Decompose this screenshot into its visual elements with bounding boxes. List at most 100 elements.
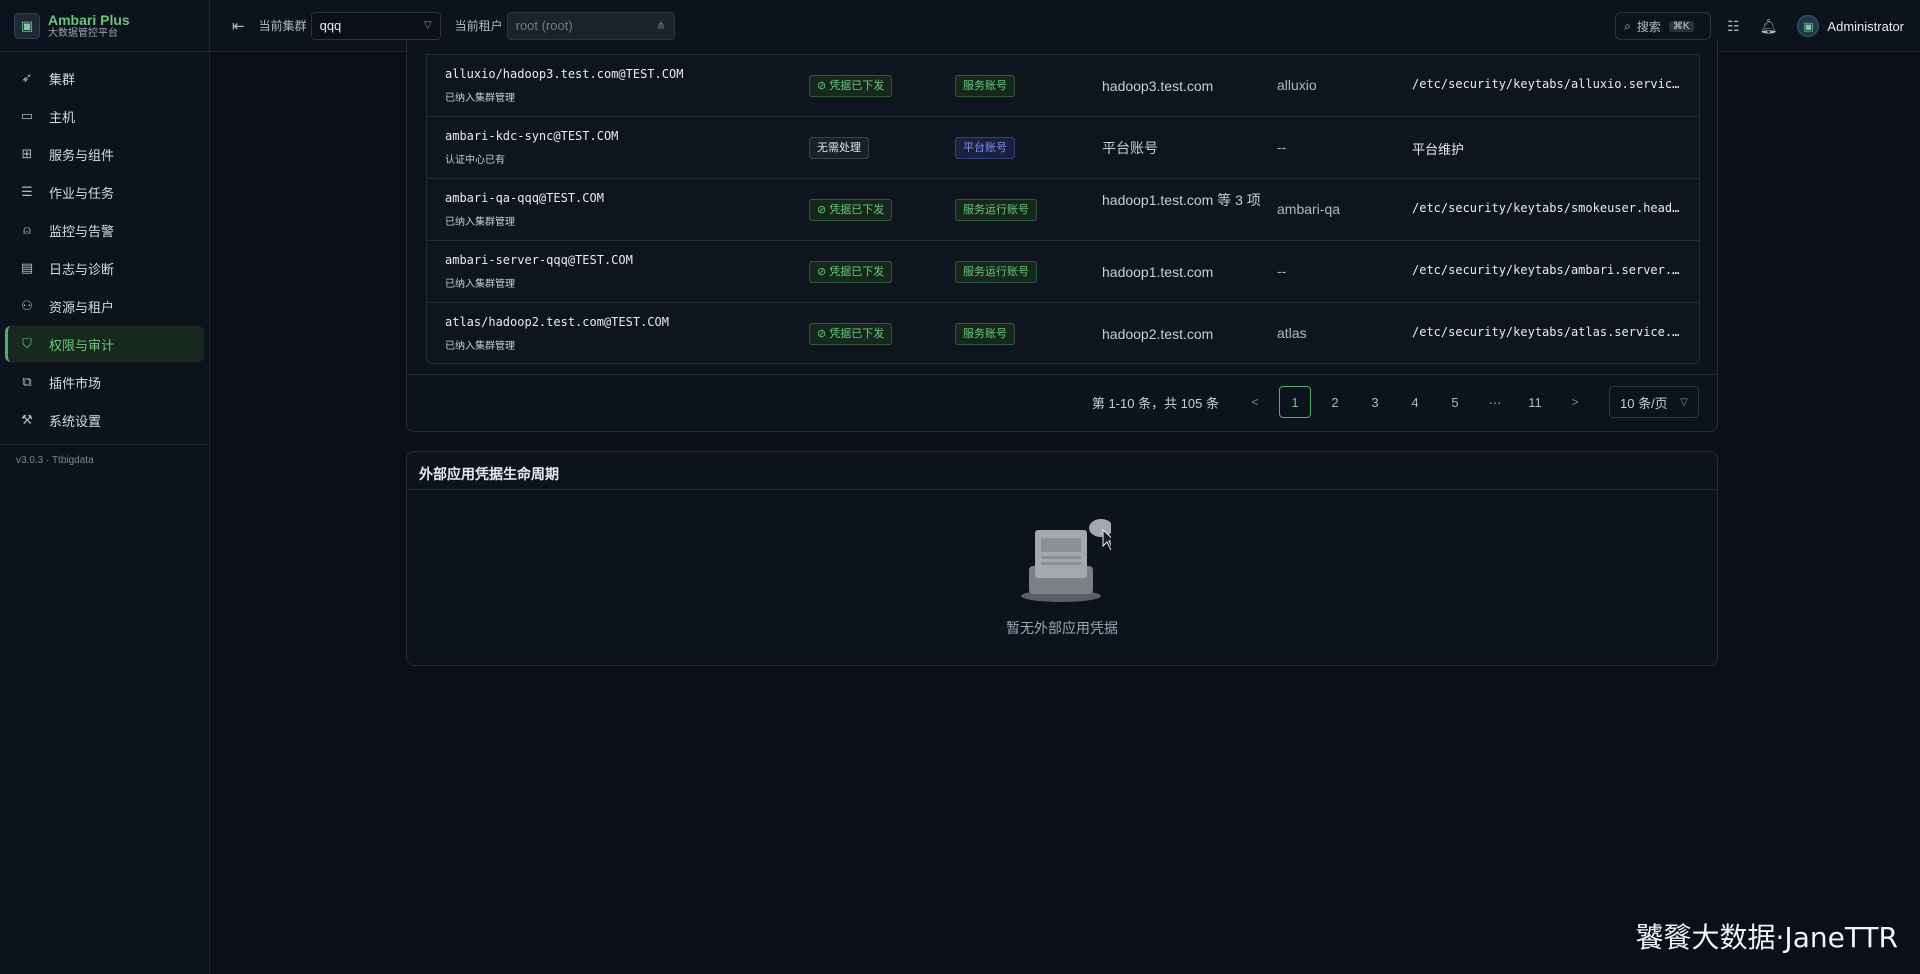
- user-cell: --: [1277, 263, 1287, 279]
- sidebar-item-label: 日志与诊断: [49, 261, 115, 277]
- host-cell: hadoop1.test.com 等 3 项: [1102, 192, 1261, 208]
- document-icon: ▤: [20, 260, 34, 275]
- keytab-path-cell: /etc/security/keytabs/ambari.server.keyt…: [1412, 263, 1684, 277]
- next-page-button[interactable]: >: [1559, 386, 1591, 418]
- chevron-down-icon: ▽: [1680, 396, 1688, 408]
- external-credentials-panel: 外部应用凭据生命周期 暂无外部应用凭据: [406, 451, 1718, 666]
- table-row[interactable]: ambari-kdc-sync@TEST.COM 认证中心已有 无需处理 平台账…: [427, 117, 1699, 179]
- empty-inbox-icon: [1021, 519, 1111, 602]
- rocket-icon: ➶: [21, 70, 33, 85]
- account-type-tag: 平台账号: [955, 137, 1015, 159]
- cluster-select-value: qqq: [319, 18, 342, 33]
- sidebar-item-plugins[interactable]: ⧉ 插件市场: [5, 364, 204, 400]
- menu-collapse-icon[interactable]: ⇤: [232, 17, 245, 35]
- username[interactable]: Administrator: [1827, 19, 1904, 34]
- sidebar-item-label: 权限与审计: [49, 337, 115, 353]
- sidebar-item-jobs[interactable]: ☰ 作业与任务: [5, 174, 204, 210]
- sidebar-item-label: 集群: [49, 71, 76, 87]
- cluster-select[interactable]: qqq ▽: [310, 11, 441, 40]
- keytab-path-cell: 平台维护: [1412, 142, 1465, 157]
- check-circle-icon: ⊘: [817, 266, 827, 278]
- principal-name: ambari-server-qqq@TEST.COM: [445, 253, 633, 267]
- page-button-11[interactable]: 11: [1519, 386, 1551, 418]
- sidebar-item-monitoring[interactable]: ⍝ 监控与告警: [5, 212, 204, 248]
- sidebar-item-label: 服务与组件: [49, 147, 115, 163]
- check-circle-icon: ⊘: [817, 80, 827, 92]
- host-cell: hadoop1.test.com: [1102, 264, 1214, 280]
- distribution-label: 凭据已下发: [829, 328, 885, 340]
- table-row[interactable]: ambari-qa-qqq@TEST.COM 已纳入集群管理 ⊘ 凭据已下发 服…: [427, 179, 1699, 241]
- panel-title: 外部应用凭据生命周期: [407, 452, 1717, 490]
- page-jump-ellipsis[interactable]: ···: [1479, 386, 1511, 418]
- tenant-field[interactable]: root (root) ⋔: [506, 11, 675, 40]
- principals-table: alluxio/hadoop3.test.com@TEST.COM 已纳入集群管…: [426, 54, 1700, 364]
- principal-name: ambari-qa-qqq@TEST.COM: [445, 191, 604, 205]
- account-type-tag: 服务账号: [955, 323, 1015, 345]
- sidebar-item-resources[interactable]: ⚇ 资源与租户: [5, 288, 204, 324]
- sidebar-item-hosts[interactable]: ▭ 主机: [5, 98, 204, 134]
- empty-state-text: 暂无外部应用凭据: [1006, 620, 1118, 636]
- distribution-label: 凭据已下发: [829, 204, 885, 216]
- keytab-path-cell: /etc/security/keytabs/alluxio.service.ke…: [1412, 77, 1684, 91]
- account-type-tag: 服务运行账号: [955, 199, 1037, 221]
- cluster-label: 当前集群: [258, 19, 307, 33]
- chevron-down-icon: ▽: [423, 20, 432, 31]
- search-label: 搜索: [1636, 19, 1661, 34]
- watermark-text: 饕餮大数据·JaneTTR: [1635, 921, 1898, 954]
- page-button-5[interactable]: 5: [1439, 386, 1471, 418]
- avatar[interactable]: ▣: [1797, 15, 1820, 37]
- host-cell: hadoop3.test.com: [1102, 78, 1214, 94]
- prev-page-button[interactable]: <: [1239, 386, 1271, 418]
- principal-status: 已纳入集群管理: [445, 279, 515, 290]
- page-size-select[interactable]: 10 条/页 ▽: [1609, 386, 1699, 418]
- table-row[interactable]: atlas/hadoop2.test.com@TEST.COM 已纳入集群管理 …: [427, 303, 1699, 365]
- wrench-icon: ⚒: [21, 412, 33, 427]
- pager-divider: [407, 374, 1717, 375]
- list-icon: ☰: [21, 184, 33, 199]
- brand[interactable]: ▣ Ambari Plus 大数据管控平台: [0, 0, 209, 52]
- user-cell: alluxio: [1277, 77, 1317, 93]
- tenant-value: root (root): [515, 18, 573, 33]
- principal-status: 认证中心已有: [445, 155, 505, 166]
- principal-name: alluxio/hadoop3.test.com@TEST.COM: [445, 67, 684, 81]
- check-circle-icon: ⊘: [817, 328, 827, 340]
- distribution-tag: ⊘ 凭据已下发: [809, 323, 893, 345]
- account-type-tag: 服务账号: [955, 75, 1015, 97]
- bell-icon[interactable]: 🔔︎: [1760, 18, 1778, 35]
- logo-icon: ▣: [14, 12, 40, 39]
- principal-name: ambari-kdc-sync@TEST.COM: [445, 129, 619, 143]
- page-button-4[interactable]: 4: [1399, 386, 1431, 418]
- users-icon: ⚇: [21, 298, 33, 313]
- check-circle-icon: ⊘: [817, 204, 827, 216]
- keytab-path-cell: /etc/security/keytabs/smokeuser.headless…: [1412, 201, 1684, 215]
- sidebar-item-cluster[interactable]: ➶ 集群: [5, 60, 204, 96]
- search-button[interactable]: ⌕ 搜索 ⌘K: [1615, 12, 1712, 40]
- pagination-total: 第 1-10 条，共 105 条: [1091, 395, 1219, 411]
- distribution-label: 凭据已下发: [829, 266, 885, 278]
- distribution-label: 凭据已下发: [829, 80, 885, 92]
- sidebar-item-logs[interactable]: ▤ 日志与诊断: [5, 250, 204, 286]
- search-icon: ⌕: [1624, 18, 1631, 33]
- search-shortcut: ⌘K: [1668, 20, 1694, 32]
- brand-subtitle: 大数据管控平台: [48, 27, 118, 39]
- sidebar: ▣ Ambari Plus 大数据管控平台 ➶ 集群 ▭ 主机 ⊞ 服务与组件 ☰ 作业…: [0, 0, 210, 974]
- table-row[interactable]: ambari-server-qqq@TEST.COM 已纳入集群管理 ⊘ 凭据已…: [427, 241, 1699, 303]
- page-button-2[interactable]: 2: [1319, 386, 1351, 418]
- account-type-tag: 服务运行账号: [955, 261, 1037, 283]
- pagination: 第 1-10 条，共 105 条 < 1 2 3 4 5 ··· 11 > 10…: [1092, 386, 1699, 418]
- sidebar-item-settings[interactable]: ⚒ 系统设置: [5, 402, 204, 438]
- page-button-1[interactable]: 1: [1279, 386, 1311, 418]
- sidebar-item-label: 插件市场: [49, 375, 102, 391]
- principal-status: 已纳入集群管理: [445, 93, 515, 104]
- sidebar-item-services[interactable]: ⊞ 服务与组件: [5, 136, 204, 172]
- brand-name: Ambari Plus: [48, 11, 130, 28]
- host-cell: hadoop2.test.com: [1102, 326, 1214, 342]
- table-row[interactable]: alluxio/hadoop3.test.com@TEST.COM 已纳入集群管…: [427, 55, 1699, 117]
- sidebar-item-label: 监控与告警: [49, 223, 115, 239]
- distribution-tag: ⊘ 凭据已下发: [809, 199, 893, 221]
- sidebar-item-security[interactable]: ⛉ 权限与审计: [5, 326, 204, 362]
- page-button-3[interactable]: 3: [1359, 386, 1391, 418]
- page-size-value: 10 条/页: [1620, 395, 1668, 411]
- list-icon[interactable]: ☷: [1727, 18, 1740, 35]
- principal-status: 已纳入集群管理: [445, 217, 515, 228]
